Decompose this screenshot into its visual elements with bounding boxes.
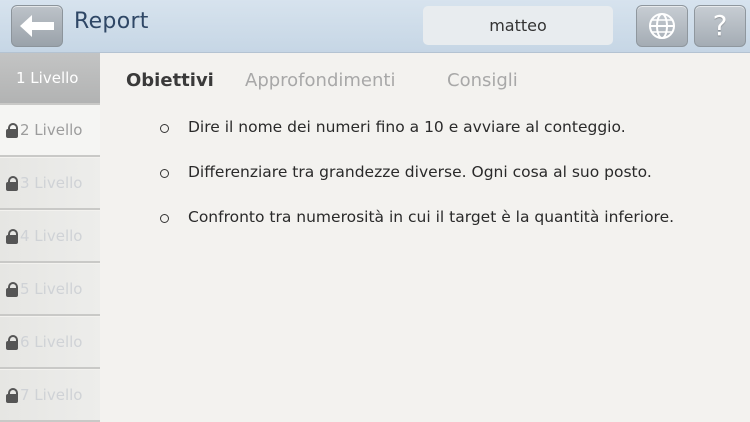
sidebar-item-level-2[interactable]: 2 Livello (0, 105, 100, 157)
lock-icon (6, 176, 18, 191)
level-label: 2 Livello (20, 121, 83, 139)
lock-icon (6, 123, 18, 138)
page-title: Report (74, 9, 149, 34)
bullet-icon (160, 169, 169, 178)
help-button[interactable]: ? (694, 5, 746, 47)
language-button[interactable] (636, 5, 688, 47)
sidebar-item-level-7[interactable]: 7 Livello (0, 370, 100, 422)
level-label: 6 Livello (20, 333, 83, 351)
lock-icon (6, 229, 18, 244)
objectives-list: Dire il nome dei numeri fino a 10 e avvi… (160, 118, 740, 253)
level-label: 5 Livello (20, 280, 83, 298)
question-icon: ? (712, 9, 728, 42)
bullet-icon (160, 124, 169, 133)
sidebar-item-level-5[interactable]: 5 Livello (0, 264, 100, 316)
username-display: matteo (423, 6, 613, 45)
objective-text: Dire il nome dei numeri fino a 10 e avvi… (188, 118, 626, 136)
arrow-left-icon (20, 15, 54, 37)
level-label: 7 Livello (20, 386, 83, 404)
level-label: 4 Livello (20, 227, 83, 245)
tab-consigli[interactable]: Consigli (447, 70, 518, 91)
level-label: 3 Livello (20, 174, 83, 192)
sidebar-item-level-3[interactable]: 3 Livello (0, 158, 100, 210)
sidebar-item-level-6[interactable]: 6 Livello (0, 317, 100, 369)
objective-text: Differenziare tra grandezze diverse. Ogn… (188, 163, 652, 181)
globe-icon (649, 13, 675, 39)
sidebar-item-level-1[interactable]: 1 Livello (0, 53, 100, 105)
level-label: 1 Livello (16, 69, 79, 87)
list-item: Differenziare tra grandezze diverse. Ogn… (160, 163, 740, 208)
list-item: Dire il nome dei numeri fino a 10 e avvi… (160, 118, 740, 163)
bullet-icon (160, 214, 169, 223)
lock-icon (6, 335, 18, 350)
objective-text: Confronto tra numerosità in cui il targe… (188, 208, 675, 226)
tab-approfondimenti[interactable]: Approfondimenti (245, 70, 395, 91)
sidebar-item-level-4[interactable]: 4 Livello (0, 211, 100, 263)
list-item: Confronto tra numerosità in cui il targe… (160, 208, 740, 253)
top-bar: Report matteo ? (0, 0, 750, 53)
lock-icon (6, 282, 18, 297)
lock-icon (6, 388, 18, 403)
back-button[interactable] (11, 5, 63, 47)
level-sidebar: 1 Livello 2 Livello 3 Livello 4 Livello … (0, 53, 100, 422)
tab-obiettivi[interactable]: Obiettivi (126, 70, 214, 91)
